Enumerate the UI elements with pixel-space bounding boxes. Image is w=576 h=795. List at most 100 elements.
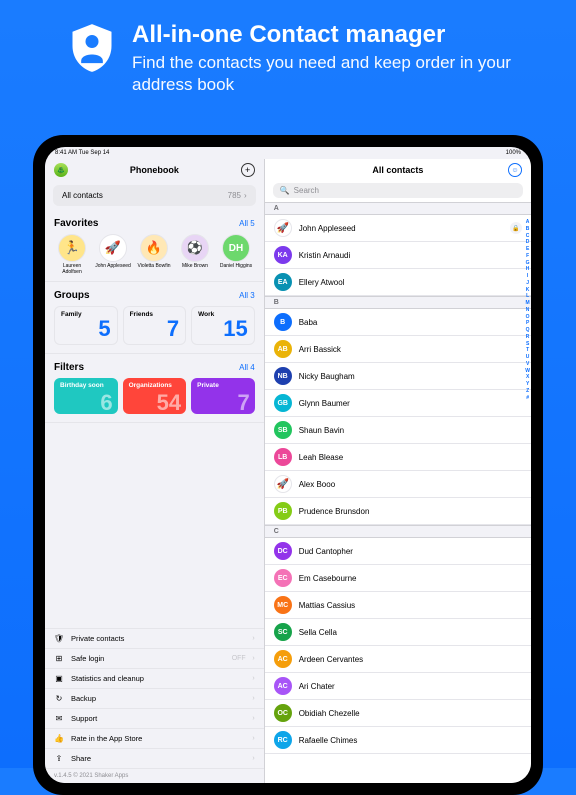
contact-row[interactable]: KAKristin Arnaudi bbox=[265, 242, 531, 269]
index-letter[interactable]: C bbox=[525, 233, 530, 240]
avatar-icon: 🚀 bbox=[99, 234, 127, 262]
status-battery: 100% bbox=[506, 150, 521, 156]
index-letter[interactable]: G bbox=[525, 260, 530, 267]
alpha-index[interactable]: ABCDEFGHIJKLMNOPQRSTUVWXYZ# bbox=[525, 219, 530, 401]
index-letter[interactable]: M bbox=[525, 300, 530, 307]
index-letter[interactable]: N bbox=[525, 307, 530, 314]
favorites-title: Favorites bbox=[54, 218, 98, 229]
ipad-frame: 8:41 AM Tue Sep 14 100% 🎄 Phonebook + Al… bbox=[33, 135, 543, 795]
avatar-icon: 🔥 bbox=[140, 234, 168, 262]
contact-row[interactable]: DCDud Cantopher bbox=[265, 538, 531, 565]
groups-title: Groups bbox=[54, 290, 90, 301]
index-letter[interactable]: H bbox=[525, 266, 530, 273]
favorites-all-link[interactable]: All 5 bbox=[239, 219, 255, 228]
screen: 8:41 AM Tue Sep 14 100% 🎄 Phonebook + Al… bbox=[45, 147, 531, 783]
index-letter[interactable]: # bbox=[525, 395, 530, 402]
index-letter[interactable]: T bbox=[525, 347, 530, 354]
menu-item[interactable]: 🛡Private contacts› bbox=[45, 629, 264, 649]
filter-count: 54 bbox=[157, 392, 181, 414]
status-time: 8:41 AM Tue Sep 14 bbox=[55, 150, 109, 156]
index-letter[interactable]: Q bbox=[525, 327, 530, 334]
index-letter[interactable]: Y bbox=[525, 381, 530, 388]
contact-name: Nicky Baugham bbox=[299, 372, 355, 381]
profile-button[interactable]: 🎄 bbox=[54, 163, 68, 177]
menu-icon: ✉ bbox=[54, 714, 64, 723]
contact-row[interactable]: LBLeah Blease bbox=[265, 444, 531, 471]
contact-row[interactable]: SCSella Cella bbox=[265, 619, 531, 646]
menu-item[interactable]: ▣Statistics and cleanup› bbox=[45, 669, 264, 689]
menu-label: Rate in the App Store bbox=[71, 734, 142, 743]
contact-row[interactable]: PBPrudence Brunsdon bbox=[265, 498, 531, 525]
contact-row[interactable]: 🚀Alex Booo bbox=[265, 471, 531, 498]
index-letter[interactable]: O bbox=[525, 314, 530, 321]
index-letter[interactable]: K bbox=[525, 287, 530, 294]
avatar-icon: NB bbox=[274, 367, 292, 385]
add-contact-button[interactable]: + bbox=[241, 163, 255, 177]
all-contacts-label: All contacts bbox=[62, 191, 103, 200]
menu-suffix: OFF bbox=[232, 655, 246, 662]
avatar-icon: EA bbox=[274, 273, 292, 291]
search-icon: 🔍 bbox=[280, 186, 290, 195]
groups-all-link[interactable]: All 3 bbox=[239, 291, 255, 300]
menu-item[interactable]: ↻Backup› bbox=[45, 689, 264, 709]
chevron-right-icon: › bbox=[244, 191, 247, 200]
view-options-button[interactable]: ☺ bbox=[508, 163, 522, 177]
filter-card[interactable]: Private7 bbox=[191, 378, 255, 414]
index-letter[interactable]: S bbox=[525, 341, 530, 348]
filters-all-link[interactable]: All 4 bbox=[239, 363, 255, 372]
index-letter[interactable]: E bbox=[525, 246, 530, 253]
index-letter[interactable]: U bbox=[525, 354, 530, 361]
group-card[interactable]: Family5 bbox=[54, 306, 118, 345]
contact-row[interactable]: MCMattias Cassius bbox=[265, 592, 531, 619]
avatar-icon: DC bbox=[274, 542, 292, 560]
index-letter[interactable]: A bbox=[525, 219, 530, 226]
menu-item[interactable]: ⊞Safe loginOFF› bbox=[45, 649, 264, 669]
contact-row[interactable]: OCObidiah Chezelle bbox=[265, 700, 531, 727]
index-letter[interactable]: I bbox=[525, 273, 530, 280]
avatar-icon: OC bbox=[274, 704, 292, 722]
menu-item[interactable]: 👍Rate in the App Store› bbox=[45, 729, 264, 749]
index-letter[interactable]: X bbox=[525, 374, 530, 381]
menu-item[interactable]: ✉Support› bbox=[45, 709, 264, 729]
filter-card[interactable]: Birthday soon6 bbox=[54, 378, 118, 414]
index-letter[interactable]: R bbox=[525, 334, 530, 341]
index-letter[interactable]: V bbox=[525, 361, 530, 368]
search-input[interactable]: 🔍 Search bbox=[273, 183, 523, 198]
contact-row[interactable]: ACArdeen Cervantes bbox=[265, 646, 531, 673]
contact-row[interactable]: GBGlynn Baumer bbox=[265, 390, 531, 417]
index-letter[interactable]: P bbox=[525, 320, 530, 327]
index-letter[interactable]: W bbox=[525, 368, 530, 375]
chevron-right-icon: › bbox=[252, 755, 254, 762]
contact-row[interactable]: RCRafaelle Chimes bbox=[265, 727, 531, 754]
index-letter[interactable]: F bbox=[525, 253, 530, 260]
all-contacts-row[interactable]: All contacts 785› bbox=[53, 185, 256, 206]
index-letter[interactable]: J bbox=[525, 280, 530, 287]
contact-name: Em Casebourne bbox=[299, 574, 357, 583]
right-title: All contacts bbox=[288, 165, 508, 175]
index-letter[interactable]: L bbox=[525, 293, 530, 300]
index-letter[interactable]: Z bbox=[525, 388, 530, 395]
contact-row[interactable]: NB Nicky Baugham bbox=[265, 363, 531, 390]
favorite-name: Mike Brown bbox=[182, 264, 208, 270]
contact-row[interactable]: SBShaun Bavin bbox=[265, 417, 531, 444]
index-letter[interactable]: D bbox=[525, 239, 530, 246]
group-card[interactable]: Friends7 bbox=[123, 306, 187, 345]
favorite-item[interactable]: 🚀John Appleseed bbox=[95, 234, 131, 275]
contact-row[interactable]: ECEm Casebourne bbox=[265, 565, 531, 592]
favorite-item[interactable]: 🔥Violetta Bowfin bbox=[136, 234, 172, 275]
contact-row[interactable]: BBaba bbox=[265, 309, 531, 336]
contact-row[interactable]: EAEllery Atwool bbox=[265, 269, 531, 296]
contact-row[interactable]: ABArri Bassick bbox=[265, 336, 531, 363]
favorite-item[interactable]: DHDaniel Higgins bbox=[218, 234, 254, 275]
menu-item[interactable]: ⇪Share› bbox=[45, 749, 264, 769]
contact-row[interactable]: ACAri Chater bbox=[265, 673, 531, 700]
group-card[interactable]: Work15 bbox=[191, 306, 255, 345]
index-letter[interactable]: B bbox=[525, 226, 530, 233]
filter-card[interactable]: Organizations54 bbox=[123, 378, 187, 414]
section-header: A bbox=[265, 202, 531, 215]
chevron-right-icon: › bbox=[252, 675, 254, 682]
contact-row[interactable]: 🚀John Appleseed🔒 bbox=[265, 215, 531, 242]
favorite-item[interactable]: ⚽Mike Brown bbox=[177, 234, 213, 275]
favorite-item[interactable]: 🏃Laureen Adolfsen bbox=[54, 234, 90, 275]
avatar-icon: SC bbox=[274, 623, 292, 641]
